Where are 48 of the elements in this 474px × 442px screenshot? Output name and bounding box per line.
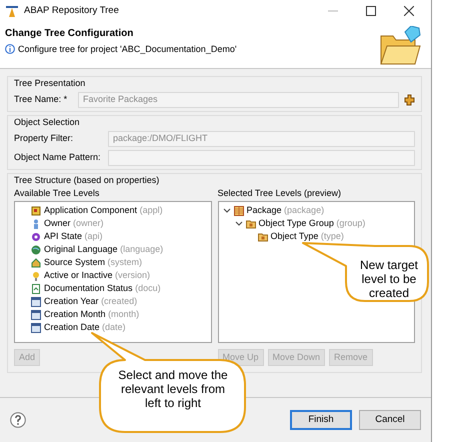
list-item[interactable]: Creation Year (created)	[44, 296, 138, 308]
group-title: Tree Presentation	[14, 78, 86, 89]
dialog-title: Change Tree Configuration	[5, 28, 134, 40]
folder-icon	[258, 232, 268, 242]
window-title: ABAP Repository Tree	[24, 5, 120, 17]
group-title: Tree Structure (based on properties)	[14, 174, 160, 186]
list-item[interactable]: Documentation Status (docu)	[44, 283, 161, 294]
list-item[interactable]: Active or Inactive (version)	[44, 270, 150, 282]
info-icon	[5, 44, 15, 54]
info-message: Configure tree for project 'ABC_Documentation_Demo'	[18, 44, 237, 55]
field-label: Property Filter:	[14, 133, 74, 144]
tree-item[interactable]: Package (package)	[246, 205, 324, 216]
person-icon	[31, 218, 41, 229]
list-item[interactable]: API State (api)	[44, 231, 103, 242]
list-item[interactable]: Source System (system)	[44, 257, 142, 268]
calendar-icon	[31, 322, 41, 333]
lightbulb-icon	[31, 270, 41, 281]
field-label: Object Name Pattern:	[14, 152, 102, 163]
tree-item[interactable]: Object Type (type)	[270, 231, 344, 242]
app-icon	[6, 6, 18, 16]
list-item[interactable]: Application Component (appl)	[44, 205, 163, 216]
document-icon	[31, 284, 41, 294]
list-item[interactable]: Creation Date (date)	[44, 322, 126, 334]
package-icon	[234, 206, 244, 216]
folder-gem-icon	[379, 26, 421, 66]
component-icon	[31, 206, 41, 216]
list-heading: Selected Tree Levels (preview)	[218, 188, 342, 200]
help-icon[interactable]	[10, 412, 26, 428]
dialog-button[interactable]: Finish	[290, 410, 352, 430]
calendar-icon	[31, 310, 41, 320]
list-item[interactable]: Original Language (language)	[44, 244, 164, 256]
house-icon	[31, 258, 41, 268]
tree-item[interactable]: Object Type Group (group)	[258, 218, 366, 230]
list-heading: Available Tree Levels	[14, 188, 100, 200]
maximize-icon[interactable]	[366, 6, 376, 16]
group-title: Object Selection	[14, 116, 81, 128]
field-label: Tree Name: *	[14, 94, 68, 106]
list-item[interactable]: Owner (owner)	[44, 218, 104, 230]
dialog-button[interactable]: Cancel	[359, 410, 421, 430]
gear-icon	[31, 232, 41, 242]
callout-text: Select and move the relevant levels from left to right	[118, 368, 228, 410]
input-field[interactable]	[108, 150, 415, 166]
calendar-icon	[31, 296, 41, 307]
callout-text: New target level to be created	[358, 258, 420, 300]
close-icon[interactable]	[404, 6, 414, 16]
folder-icon	[246, 218, 256, 229]
list-item[interactable]: Creation Month (month)	[44, 309, 140, 320]
globe-icon	[31, 244, 41, 255]
